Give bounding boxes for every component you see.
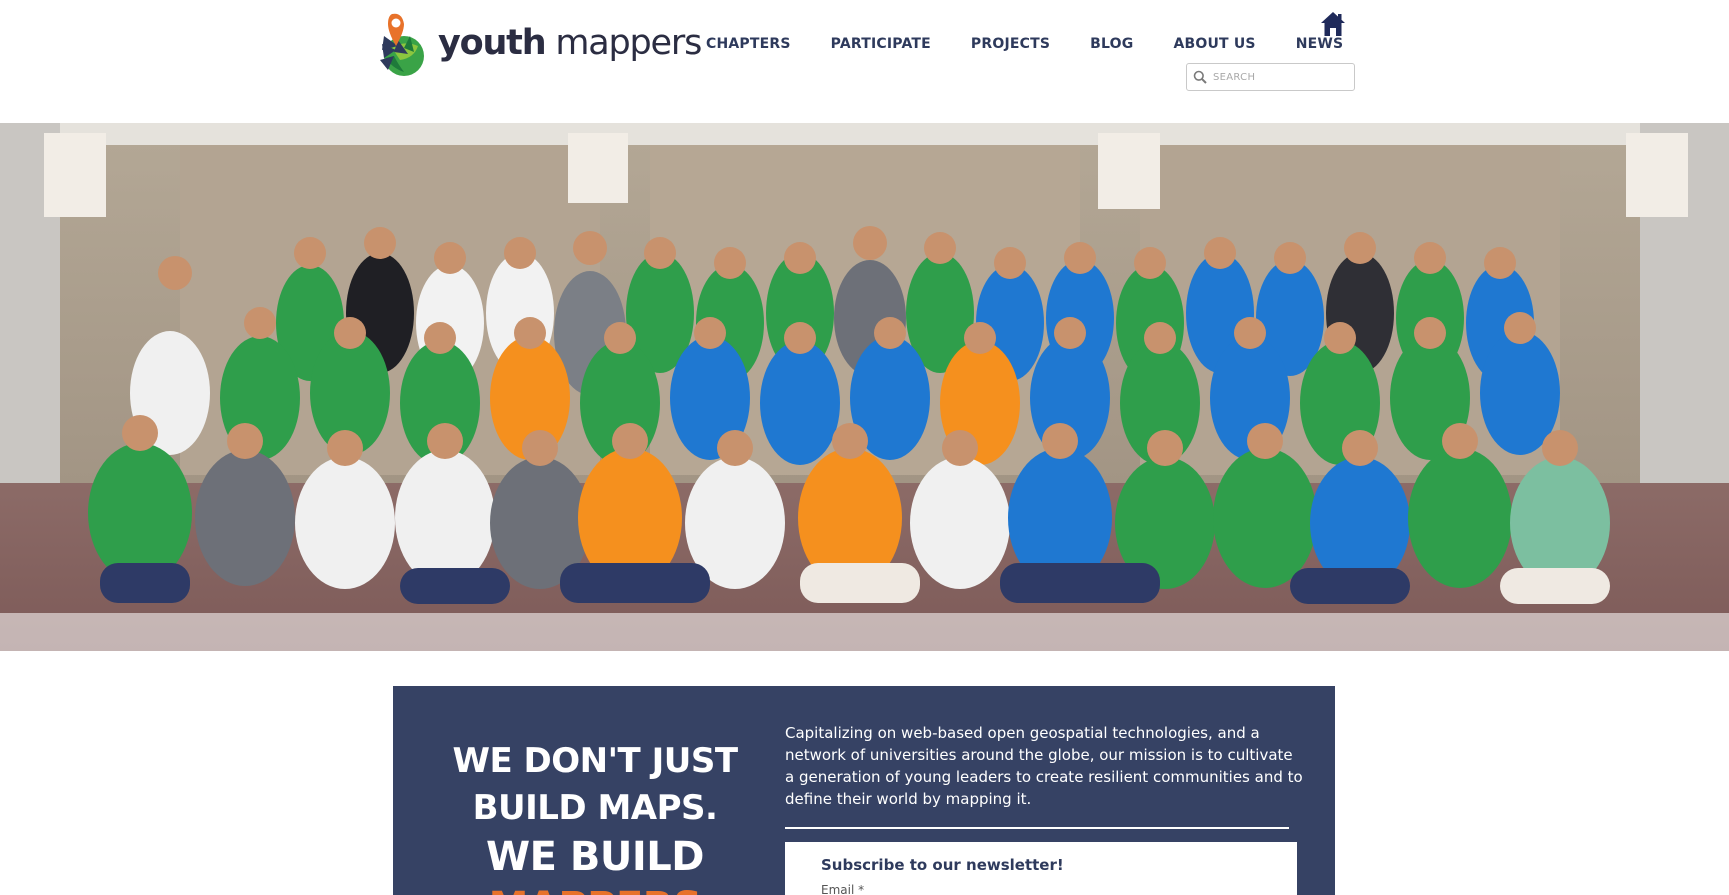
- mission-panel: WE DON'T JUST BUILD MAPS. WE BUILD MAPPE…: [393, 686, 1335, 895]
- nav-projects[interactable]: PROJECTS: [971, 36, 1050, 52]
- nav-blog[interactable]: BLOG: [1090, 36, 1133, 52]
- hero-banner: [0, 123, 1729, 651]
- headline-line-4: MAPPERS: [393, 882, 797, 895]
- logo-mark-icon: [380, 13, 424, 76]
- headline-line-2: BUILD MAPS.: [472, 788, 718, 828]
- headline-line-1: WE DON'T JUST: [452, 741, 738, 781]
- main-nav: CHAPTERS PARTICIPATE PROJECTS BLOG ABOUT…: [706, 33, 1343, 55]
- newsletter-title: Subscribe to our newsletter!: [821, 856, 1064, 874]
- logo-text-youth: youth: [438, 22, 547, 63]
- nav-about-us[interactable]: ABOUT US: [1173, 36, 1255, 52]
- mission-statement: Capitalizing on web-based open geospatia…: [785, 724, 1303, 808]
- hero-overlay-strip: [0, 613, 1729, 651]
- email-field-label: Email *: [821, 883, 865, 895]
- newsletter-form: Subscribe to our newsletter! Email *: [785, 842, 1297, 895]
- nav-news[interactable]: NEWS: [1296, 36, 1344, 52]
- search-input[interactable]: [1211, 70, 1351, 84]
- search-icon: [1193, 70, 1207, 84]
- site-header: youth mappers CHAPTERS PARTICIPATE PROJE…: [0, 0, 1729, 123]
- nav-participate[interactable]: PARTICIPATE: [831, 36, 931, 52]
- mission-headline: WE DON'T JUST BUILD MAPS. WE BUILD MAPPE…: [393, 738, 797, 895]
- mission-divider: [785, 827, 1289, 829]
- group-photo: [0, 123, 1729, 651]
- search-box[interactable]: [1186, 63, 1355, 91]
- nav-chapters[interactable]: CHAPTERS: [706, 36, 791, 52]
- youthmappers-logo[interactable]: youth mappers: [374, 10, 702, 80]
- logo-wordmark: youth mappers: [438, 22, 702, 63]
- logo-text-mappers: mappers: [555, 22, 702, 63]
- home-icon[interactable]: [1320, 11, 1346, 37]
- headline-line-3: WE BUILD: [486, 834, 704, 880]
